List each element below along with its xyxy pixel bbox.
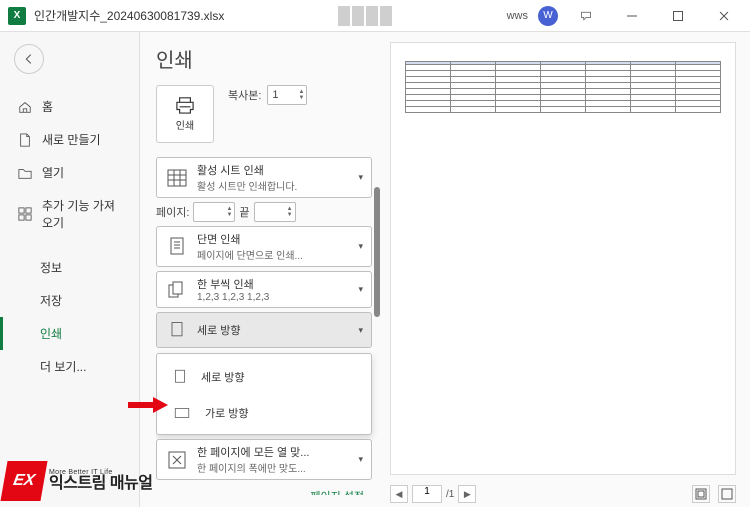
chevron-down-icon: ▾ xyxy=(358,241,363,252)
next-page-button[interactable]: ▶ xyxy=(458,485,476,503)
nav-new[interactable]: 새로 만들기 xyxy=(0,123,139,156)
page-from-input[interactable]: ▲▼ xyxy=(193,202,235,222)
logo-brand: 익스트림 매뉴얼 xyxy=(49,476,153,493)
scaling-dropdown[interactable]: 한 페이지에 모든 열 맞... 한 페이지의 폭에만 맞도... ▾ xyxy=(156,439,372,480)
option-title: 세로 방향 xyxy=(197,322,350,338)
copies-value: 1 xyxy=(272,89,278,101)
printer-icon xyxy=(174,96,196,114)
portrait-icon xyxy=(171,366,189,388)
chevron-down-icon: ▾ xyxy=(358,325,363,336)
print-button[interactable]: 인쇄 xyxy=(156,85,214,143)
chevron-down-icon: ▾ xyxy=(358,454,363,465)
option-title: 단면 인쇄 xyxy=(197,231,350,247)
nav-print[interactable]: 인쇄 xyxy=(0,317,139,350)
nav-info[interactable]: 정보 xyxy=(0,251,139,284)
page-to-input[interactable]: ▲▼ xyxy=(254,202,296,222)
collation-dropdown[interactable]: 한 부씩 인쇄 1,2,3 1,2,3 1,2,3 ▾ xyxy=(156,271,372,308)
preview-panel: ◀ 1 /1 ▶ xyxy=(380,32,750,507)
option-sub: 한 페이지의 폭에만 맞도... xyxy=(197,460,350,475)
orientation-dropdown[interactable]: 세로 방향 ▾ xyxy=(156,312,372,348)
collated-icon xyxy=(165,278,189,302)
page-number-input[interactable]: 1 xyxy=(412,485,442,503)
addins-icon xyxy=(18,207,32,221)
fit-columns-icon xyxy=(165,448,189,472)
copies-label: 복사본: xyxy=(228,87,261,103)
landscape-icon xyxy=(171,404,193,422)
avatar[interactable]: W xyxy=(538,6,558,26)
back-button[interactable] xyxy=(14,44,44,74)
titlebar: X 인간개발지수_20240630081739.xlsx wws W xyxy=(0,0,750,32)
nav-label: 새로 만들기 xyxy=(42,131,101,148)
orientation-menu: 세로 방향 가로 방향 xyxy=(156,353,372,435)
page-title: 인쇄 xyxy=(156,44,380,73)
minimize-button[interactable] xyxy=(614,2,650,30)
settings-scrollbar[interactable] xyxy=(374,157,380,495)
option-title: 한 부씩 인쇄 xyxy=(197,276,350,292)
titlebar-decoration xyxy=(224,6,506,26)
excel-icon: X xyxy=(8,7,26,25)
nav-label: 추가 기능 가져오기 xyxy=(42,197,123,231)
sheet-icon xyxy=(165,166,189,190)
page-setup-link[interactable]: 페이지 설정 xyxy=(156,488,372,495)
nav-label: 인쇄 xyxy=(40,325,62,342)
home-icon xyxy=(18,100,32,114)
preview-nav: ◀ 1 /1 ▶ xyxy=(380,481,750,507)
dd-label: 가로 방향 xyxy=(205,405,249,421)
nav-label: 열기 xyxy=(42,164,64,181)
option-sub: 1,2,3 1,2,3 1,2,3 xyxy=(197,292,350,303)
open-icon xyxy=(18,166,32,180)
portrait-icon xyxy=(165,318,189,342)
what-to-print-dropdown[interactable]: 활성 시트 인쇄 활성 시트만 인쇄합니다. ▾ xyxy=(156,157,372,198)
pages-label: 페이지: xyxy=(156,204,189,220)
spinner-arrows[interactable]: ▲▼ xyxy=(298,89,304,101)
user-name: wws xyxy=(507,10,528,22)
comments-button[interactable] xyxy=(568,2,604,30)
nav-open[interactable]: 열기 xyxy=(0,156,139,189)
nav-label: 정보 xyxy=(40,259,62,276)
copies-input[interactable]: 1 ▲▼ xyxy=(267,85,307,105)
nav-label: 홈 xyxy=(42,98,53,115)
nav-save[interactable]: 저장 xyxy=(0,284,139,317)
preview-table xyxy=(405,61,721,113)
filename: 인간개발지수_20240630081739.xlsx xyxy=(34,7,224,24)
nav-label: 저장 xyxy=(40,292,62,309)
orientation-landscape-option[interactable]: 가로 방향 xyxy=(161,396,367,430)
orientation-portrait-option[interactable]: 세로 방향 xyxy=(161,358,367,396)
show-margins-button[interactable] xyxy=(692,485,710,503)
dd-label: 세로 방향 xyxy=(201,369,245,385)
page-total: /1 xyxy=(446,489,454,500)
option-title: 한 페이지에 모든 열 맞... xyxy=(197,444,350,460)
nav-label: 더 보기... xyxy=(40,358,86,375)
maximize-button[interactable] xyxy=(660,2,696,30)
one-sided-icon xyxy=(165,235,189,259)
print-button-label: 인쇄 xyxy=(176,117,194,132)
pages-range: 페이지: ▲▼ 끝 ▲▼ xyxy=(156,202,372,222)
option-sub: 활성 시트만 인쇄합니다. xyxy=(197,178,350,193)
watermark-logo: EX More Better IT Life 익스트림 매뉴얼 xyxy=(4,461,153,501)
chevron-down-icon: ▾ xyxy=(358,172,363,183)
preview-page xyxy=(390,42,736,475)
zoom-to-page-button[interactable] xyxy=(718,485,736,503)
print-settings: 인쇄 인쇄 복사본: 1 ▲▼ xyxy=(140,32,380,507)
option-sub: 페이지에 단면으로 인쇄... xyxy=(197,247,350,262)
logo-badge: EX xyxy=(0,461,47,501)
nav-addins[interactable]: 추가 기능 가져오기 xyxy=(0,189,139,239)
option-title: 활성 시트 인쇄 xyxy=(197,162,350,178)
prev-page-button[interactable]: ◀ xyxy=(390,485,408,503)
sidebar: 홈 새로 만들기 열기 추가 기능 가져오기 정보 저장 인쇄 더 보기... xyxy=(0,32,140,507)
sides-dropdown[interactable]: 단면 인쇄 페이지에 단면으로 인쇄... ▾ xyxy=(156,226,372,267)
pages-to-label: 끝 xyxy=(239,204,249,220)
annotation-arrow xyxy=(128,395,168,415)
close-button[interactable] xyxy=(706,2,742,30)
nav-more[interactable]: 더 보기... xyxy=(0,350,139,383)
new-icon xyxy=(18,133,32,147)
chevron-down-icon: ▾ xyxy=(358,284,363,295)
nav-home[interactable]: 홈 xyxy=(0,90,139,123)
